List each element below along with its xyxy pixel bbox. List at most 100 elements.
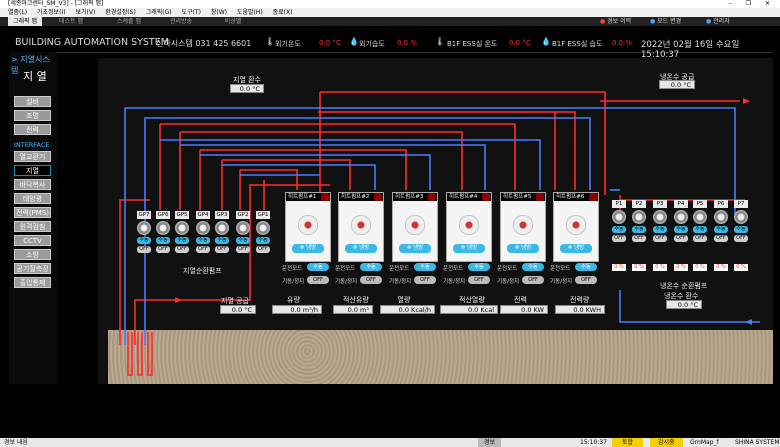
pump-manual-button[interactable]: 수동 <box>196 237 210 244</box>
pump-off-button[interactable]: OFF <box>674 235 688 242</box>
pump-speed-percent: 0 % <box>612 264 626 271</box>
cold-pump-group-label: 냉온수 순환펌프 <box>660 282 708 290</box>
onoff-toggle[interactable]: OFF <box>468 276 490 284</box>
pump-speed-value: 0 % <box>716 264 726 270</box>
metric-label: 적산열량 <box>459 296 485 304</box>
pump-manual-button[interactable]: 수동 <box>612 226 626 233</box>
run-mode-label: 운전모드 <box>550 266 571 272</box>
pump-off-button[interactable]: OFF <box>612 235 626 242</box>
onoff-toggle[interactable]: OFF <box>360 276 382 284</box>
run-mode-toggle[interactable]: 수동 <box>360 263 382 271</box>
pump-manual-button[interactable]: 수동 <box>653 226 667 233</box>
pump-manual-button[interactable]: 수동 <box>236 237 250 244</box>
cooling-mode-button[interactable]: ❄ 냉방 <box>399 244 431 253</box>
pump-tag: GP5 <box>175 211 189 219</box>
pump-manual-button[interactable]: 수동 <box>175 237 189 244</box>
run-mode-toggle[interactable]: 수동 <box>522 263 544 271</box>
onoff-toggle[interactable]: OFF <box>522 276 544 284</box>
pump-tag: P1 <box>612 200 626 208</box>
onoff-toggle[interactable]: OFF <box>414 276 436 284</box>
pump-speed-percent: 0 % <box>632 264 646 271</box>
heatpump-unit[interactable]: 히트펌프#6 ❄ 냉방 <box>553 192 599 262</box>
pump-off-button[interactable]: OFF <box>215 246 229 253</box>
heatpump-unit[interactable]: 히트펌프#5 ❄ 냉방 <box>500 192 546 262</box>
cold-pump[interactable]: P5 수동 OFF <box>693 200 707 242</box>
cold-pump[interactable]: P7 수동 OFF <box>734 200 748 242</box>
pump-off-button[interactable]: OFF <box>236 246 250 253</box>
fan-icon <box>298 215 318 235</box>
cold-pump[interactable]: P3 수동 OFF <box>653 200 667 242</box>
ground-loop <box>147 332 153 376</box>
onoff-label: 기동/정지 <box>335 279 358 285</box>
cooling-mode-button[interactable]: ❄ 냉방 <box>292 244 324 253</box>
status-bar: 경보 내음 경보 15:10:37 토합 감시중 GrnMap_f SHINA … <box>0 438 780 447</box>
flow-arrow-right <box>175 297 182 303</box>
pump-icon <box>734 210 748 224</box>
cold-pump[interactable]: P2 수동 OFF <box>632 200 646 242</box>
cooling-mode-button[interactable]: ❄ 냉방 <box>345 244 377 253</box>
pump-off-button[interactable]: OFF <box>632 235 646 242</box>
cold-pump[interactable]: P6 수동 OFF <box>714 200 728 242</box>
pump-off-button[interactable]: OFF <box>175 246 189 253</box>
pump-off-button[interactable]: OFF <box>196 246 210 253</box>
status-brand: SHINA SYSTEM <box>735 439 780 446</box>
pump-manual-button[interactable]: 수동 <box>674 226 688 233</box>
pump-speed-percent: 0 % <box>674 264 688 271</box>
pump-manual-button[interactable]: 수동 <box>632 226 646 233</box>
pump-off-button[interactable]: OFF <box>156 246 170 253</box>
pump-tag: GP1 <box>256 211 270 219</box>
heatpump-unit[interactable]: 히트펌프#2 ❄ 냉방 <box>338 192 384 262</box>
run-mode-toggle[interactable]: 수동 <box>414 263 436 271</box>
cooling-mode-button[interactable]: ❄ 냉방 <box>560 244 592 253</box>
geo-pump[interactable]: GP4 수동 OFF <box>196 211 210 253</box>
heatpump-unit[interactable]: 히트펌프#3 ❄ 냉방 <box>392 192 438 262</box>
heatpump-unit[interactable]: 히트펌프#4 ❄ 냉방 <box>446 192 492 262</box>
cold-return-value: 0.0 °C <box>666 300 702 309</box>
pump-icon <box>175 221 189 235</box>
pump-off-button[interactable]: OFF <box>734 235 748 242</box>
pump-manual-button[interactable]: 수동 <box>156 237 170 244</box>
metric-label: 유량 <box>287 296 300 304</box>
pump-off-button[interactable]: OFF <box>714 235 728 242</box>
pump-manual-button[interactable]: 수동 <box>734 226 748 233</box>
run-mode-toggle[interactable]: 수동 <box>307 263 329 271</box>
pump-icon <box>215 221 229 235</box>
cold-pump[interactable]: P4 수동 OFF <box>674 200 688 242</box>
cooling-mode-button[interactable]: ❄ 냉방 <box>507 244 539 253</box>
geo-pump[interactable]: GP7 수동 OFF <box>137 211 151 253</box>
pump-off-button[interactable]: OFF <box>693 235 707 242</box>
cold-pipe <box>222 164 376 190</box>
pump-off-button[interactable]: OFF <box>653 235 667 242</box>
cold-pump[interactable]: P1 수동 OFF <box>612 200 626 242</box>
pump-manual-button[interactable]: 수동 <box>256 237 270 244</box>
run-mode-toggle[interactable]: 수동 <box>575 263 597 271</box>
hot-pipe <box>240 169 298 190</box>
pump-tag: P5 <box>693 200 707 208</box>
pump-tag: GP3 <box>215 211 229 219</box>
geo-pump[interactable]: GP5 수동 OFF <box>175 211 189 253</box>
onoff-label: 기동/정지 <box>497 279 520 285</box>
heatpump-unit[interactable]: 히트펌프#1 ❄ 냉방 <box>285 192 331 262</box>
run-mode-toggle[interactable]: 수동 <box>468 263 490 271</box>
metric-value: 0.0 KW <box>500 305 548 314</box>
onoff-toggle[interactable]: OFF <box>307 276 329 284</box>
pump-manual-button[interactable]: 수동 <box>714 226 728 233</box>
metric-label: 열량 <box>397 296 411 304</box>
pump-icon <box>236 221 250 235</box>
onoff-toggle[interactable]: OFF <box>575 276 597 284</box>
fan-icon <box>351 215 371 235</box>
onoff-label: 기동/정지 <box>443 279 466 285</box>
pump-off-button[interactable]: OFF <box>137 246 151 253</box>
pump-icon <box>196 221 210 235</box>
pump-manual-button[interactable]: 수동 <box>137 237 151 244</box>
cooling-mode-button[interactable]: ❄ 냉방 <box>453 244 485 253</box>
geo-pump[interactable]: GP2 수동 OFF <box>236 211 250 253</box>
run-mode-label: 운전모드 <box>443 266 464 272</box>
pump-manual-button[interactable]: 수동 <box>693 226 707 233</box>
pump-off-button[interactable]: OFF <box>256 246 270 253</box>
geo-pump[interactable]: GP3 수동 OFF <box>215 211 229 253</box>
metric-value: 0.0 Kcal/h <box>380 305 435 314</box>
geo-pump[interactable]: GP6 수동 OFF <box>156 211 170 253</box>
pump-manual-button[interactable]: 수동 <box>215 237 229 244</box>
geo-pump[interactable]: GP1 수동 OFF <box>256 211 270 253</box>
